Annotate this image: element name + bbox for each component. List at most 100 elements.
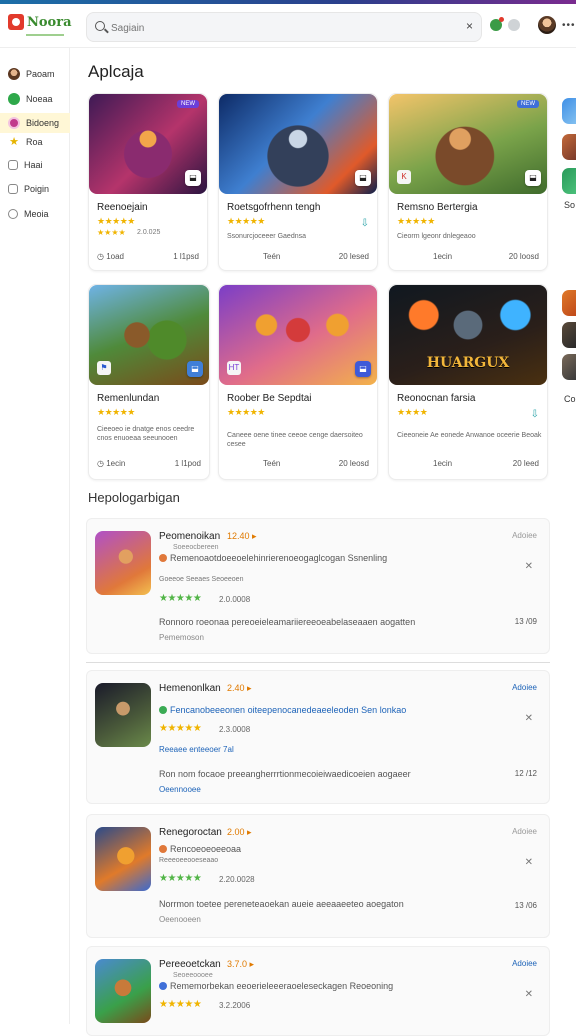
app-description-text: Remenoaotdoeeoelehinrierenoeogaglcogan S… <box>170 553 388 563</box>
app-extra-info[interactable]: Reeaee enteeoer 7al <box>159 745 234 754</box>
app-long-description: Ronnoro roeonaa pereoeieleamariiereeoeab… <box>159 617 416 627</box>
rating-stars: ★★★★★ <box>159 593 202 604</box>
sidebar-item-profile[interactable]: Paoam <box>0 64 70 84</box>
app-description: Remenoaotdoeeoelehinrierenoeogaglcogan S… <box>159 553 449 563</box>
app-subtitle: Cieeoeo ie dnatge enos ceedre cnos enuoe… <box>97 426 195 442</box>
rating-stars-secondary: ★★★★ <box>97 228 126 237</box>
sidebar-item-new[interactable]: Noeaa <box>0 89 70 109</box>
peek-app-title: Co <box>564 394 576 404</box>
sidebar-item-pages[interactable]: Poigin <box>0 179 70 199</box>
peek-app-thumbnail[interactable] <box>562 354 576 380</box>
app-title: Remenlundan <box>97 393 160 404</box>
peek-app-thumbnail[interactable] <box>562 322 576 348</box>
sidebar-item-label: Poigin <box>24 184 50 194</box>
app-downloads: 1 l1psd <box>173 252 199 261</box>
brand-badge-icon: ⚑ <box>97 361 111 375</box>
peek-app-thumbnail[interactable] <box>562 134 576 160</box>
app-card[interactable]: NEW K ⬓ Remsno Bertergia ★★★★★ Cieorm lg… <box>388 93 548 271</box>
app-header: Noora × ••• <box>0 4 576 48</box>
category-icon <box>159 845 167 853</box>
platform-icon: ⬓ <box>187 361 203 377</box>
platform-icon: ⬓ <box>525 170 541 186</box>
peek-app-thumbnail[interactable] <box>562 168 576 194</box>
sidebar-item-label: Haai <box>24 160 43 170</box>
sidebar: Paoam Noeaa Bidoeng ★ Roa Haai Poigin Me… <box>0 48 70 1024</box>
app-title: Hemenonlkan <box>159 683 221 694</box>
download-icon[interactable]: ⇩ <box>531 409 539 420</box>
avatar[interactable] <box>538 16 556 34</box>
status-icon[interactable] <box>508 19 520 31</box>
green-app-icon <box>8 93 20 105</box>
rating-count: 2.3.0008 <box>219 725 251 734</box>
sidebar-item-active[interactable]: Bidoeng <box>0 113 70 133</box>
app-art-title: HUARGUX <box>426 355 510 371</box>
peek-app-title: So <box>564 200 576 210</box>
list-item[interactable]: Peomenoikan 12.40 ▸ Soeeocbereen Remenoa… <box>86 518 550 654</box>
sidebar-item-top[interactable]: ★ Roa <box>0 132 70 152</box>
app-card[interactable]: HUARGUX Reonocnan farsia ★★★★ ⇩ Cieeonei… <box>388 284 548 480</box>
list-item[interactable]: Hemenonlkan 2.40 ▸ Fencanobeeeonen oitee… <box>86 670 550 804</box>
sidebar-item-label: Noeaa <box>26 94 53 104</box>
app-publisher: Seoeeoooee <box>173 972 213 979</box>
install-link[interactable]: Adoiee <box>512 827 537 836</box>
rating-stars: ★★★★★ <box>397 216 435 226</box>
app-card[interactable]: HT ⬓ Roober Be Sepdtai ★★★★★ Caneee oene… <box>218 284 378 480</box>
app-icon <box>95 531 151 595</box>
app-long-description: Norrmon toetee pereneteaoekan aueie aeea… <box>159 899 404 909</box>
divider <box>86 662 550 663</box>
app-card[interactable]: ⚑ ⬓ Remenlundan ★★★★★ Cieeoeo ie dnatge … <box>88 284 210 480</box>
settings-icon <box>8 209 18 219</box>
dismiss-icon[interactable]: ✕ <box>525 989 533 1000</box>
clear-search-button[interactable]: × <box>466 19 473 33</box>
dismiss-icon[interactable]: ✕ <box>525 561 533 572</box>
category-icon <box>159 554 167 562</box>
install-link[interactable]: Adoiee <box>512 683 537 692</box>
app-downloads: 20 loosd <box>508 252 539 261</box>
more-menu-button[interactable]: ••• <box>562 20 576 31</box>
rating-stars: ★★★★★ <box>227 216 265 226</box>
download-icon[interactable]: ⇩ <box>361 218 369 229</box>
app-version: 3.7.0 ▸ <box>227 959 255 969</box>
app-size: 1ecin <box>433 252 453 261</box>
brand-badge-icon: HT <box>227 361 241 375</box>
platform-icon: ⬓ <box>185 170 201 186</box>
dismiss-icon[interactable]: ✕ <box>525 857 533 868</box>
app-category: Goeeoe Seeaes Seoeeoen <box>159 576 244 583</box>
new-badge: NEW <box>177 100 199 108</box>
app-logo[interactable]: Noora <box>8 14 72 30</box>
search-bar[interactable]: × <box>86 12 482 42</box>
rating-count: 2.0.0008 <box>219 595 251 604</box>
app-long-description: Ron nom focaoe preeangherrrtionmecoieiwa… <box>159 769 411 779</box>
app-publisher: Soeeocbereen <box>173 544 219 551</box>
app-description: Rencoeoeoeeoaa <box>159 844 449 854</box>
search-input[interactable] <box>111 19 441 37</box>
app-downloads: 20 lesed <box>338 252 369 261</box>
sidebar-item-settings[interactable]: Meoia <box>0 204 70 224</box>
notification-icon[interactable] <box>490 17 504 31</box>
more-link[interactable]: Oeenooeen <box>159 915 201 924</box>
sidebar-item-home[interactable]: Haai <box>0 155 70 175</box>
header-actions: ••• <box>490 16 576 34</box>
app-thumbnail <box>219 94 377 194</box>
rating-count: 3.2.2006 <box>219 1001 251 1010</box>
app-card[interactable]: NEW ⬓ Reenoejain ★★★★★ ★★★★ 2.0.025 ◷ 1o… <box>88 93 208 271</box>
brand-badge-icon: K <box>397 170 411 184</box>
list-item[interactable]: Pereeoetckan 3.7.0 ▸ Seoeeoooee Rememorb… <box>86 946 550 1036</box>
peek-app-thumbnail[interactable] <box>562 98 576 124</box>
search-icon <box>95 21 105 31</box>
more-link[interactable]: Pememoson <box>159 633 204 642</box>
list-item[interactable]: Renegoroctan 2.00 ▸ Rencoeoeoeeoaa Reeeo… <box>86 814 550 938</box>
app-size: 1ecin <box>433 459 453 468</box>
peek-app-thumbnail[interactable] <box>562 290 576 316</box>
app-card[interactable]: ⬓ Roetsgofrhenn tengh ★★★★★ ⇩ Ssonurcjoc… <box>218 93 378 271</box>
dismiss-icon[interactable]: ✕ <box>525 713 533 724</box>
app-icon <box>95 959 151 1023</box>
install-link[interactable]: Adoiee <box>512 531 537 540</box>
app-downloads: 20 leed <box>512 459 539 468</box>
page-icon <box>8 184 18 194</box>
more-link[interactable]: Oeennooee <box>159 785 201 794</box>
section-title-list: Hepologarbigan <box>88 490 180 505</box>
app-title: Reonocnan farsia <box>397 393 476 404</box>
sidebar-item-label: Meoia <box>24 209 49 219</box>
install-link[interactable]: Adoiee <box>512 959 537 968</box>
